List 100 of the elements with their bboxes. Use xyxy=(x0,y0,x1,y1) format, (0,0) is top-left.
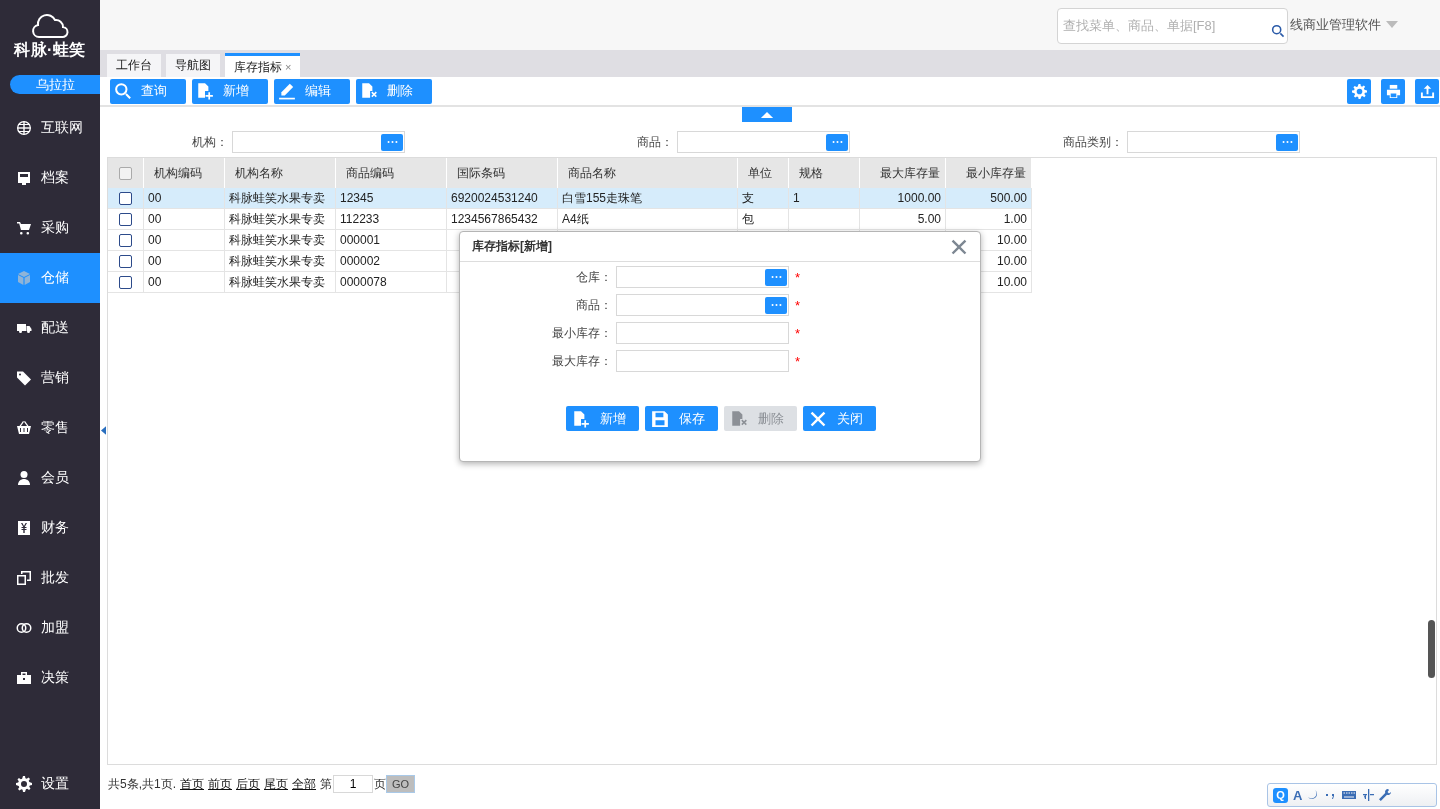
delete-file-icon xyxy=(360,82,378,100)
sidebar-item[interactable]: 采购 xyxy=(0,203,100,253)
select-all-checkbox[interactable] xyxy=(119,167,132,181)
caret-icon xyxy=(1386,21,1398,29)
table-cell: 科脉蛙笑水果专卖 xyxy=(229,211,325,226)
export-button[interactable] xyxy=(1415,78,1439,104)
settings-item[interactable]: 设置 xyxy=(0,759,100,809)
sidebar-item[interactable]: 加盟 xyxy=(0,603,100,653)
column-header: 商品编码 xyxy=(335,158,447,188)
table-cell: 包 xyxy=(742,211,754,226)
tab[interactable]: 导航图 xyxy=(166,54,220,77)
input-field[interactable] xyxy=(616,322,789,344)
search-icon xyxy=(1271,23,1285,38)
column-header: 国际条码 xyxy=(446,158,558,188)
picker-button[interactable] xyxy=(765,268,787,286)
collapse-arrow-icon[interactable] xyxy=(101,426,106,435)
scrollbar-thumb[interactable] xyxy=(1428,620,1435,678)
table-cell: 1234567865432 xyxy=(451,212,538,226)
cart-icon xyxy=(16,220,32,236)
filter-label: 机构： xyxy=(192,133,228,151)
input-field[interactable] xyxy=(616,266,789,288)
table-cell: 00 xyxy=(148,275,162,289)
search-field[interactable]: 查找菜单、商品、单据[F8] xyxy=(1057,7,1288,44)
settings-icon xyxy=(1351,83,1367,99)
picker-button[interactable] xyxy=(765,296,787,314)
go-button[interactable]: GO xyxy=(386,775,416,793)
print-button[interactable] xyxy=(1381,78,1405,104)
sidebar-item[interactable]: 批发 xyxy=(0,553,100,603)
tab[interactable]: 库存指标 × xyxy=(225,53,301,77)
input-field[interactable] xyxy=(616,350,789,372)
filter-label: 商品： xyxy=(637,133,673,151)
selected-row[interactable]: 00 科脉蛙笑水果专卖 12345 6920024531240 白雪155走珠笔 支 1 1000.00 500.00 xyxy=(108,188,1032,209)
table-cell: 00 xyxy=(148,212,162,226)
pencil-icon xyxy=(278,82,296,100)
more-icon xyxy=(1281,140,1293,144)
sidebar-item[interactable]: 决策 xyxy=(0,653,100,703)
add-file-icon xyxy=(572,409,590,428)
cloud-logo-icon xyxy=(30,13,70,39)
input-field[interactable] xyxy=(616,294,789,316)
column-header: 商品名称 xyxy=(557,158,738,188)
add-file-icon xyxy=(196,82,214,100)
more-icon xyxy=(831,140,843,144)
sidebar-item[interactable]: 档案 xyxy=(0,153,100,203)
picker-button[interactable] xyxy=(826,133,848,151)
close-icon xyxy=(809,409,827,428)
keyboard-icon[interactable] xyxy=(1341,789,1358,801)
sidebar-item[interactable]: 互联网 xyxy=(0,103,100,153)
page-prefix: 第 xyxy=(320,775,332,793)
required-mark: * xyxy=(795,353,801,369)
sidebar-item[interactable]: 营销 xyxy=(0,353,100,403)
table-cell: 白雪155走珠笔 xyxy=(562,190,643,205)
wrench-icon[interactable] xyxy=(1379,789,1392,801)
filter-field[interactable] xyxy=(677,131,850,153)
close-icon[interactable] xyxy=(950,237,968,256)
page-link[interactable]: 尾页 xyxy=(264,775,288,793)
rings-icon xyxy=(16,620,32,636)
table-cell: 1 xyxy=(793,191,800,205)
page-link[interactable]: 后页 xyxy=(236,775,260,793)
page-link[interactable]: 全部 xyxy=(292,775,316,793)
upload-icon xyxy=(1419,83,1435,99)
sidebar-item[interactable]: 财务 xyxy=(0,503,100,553)
moon-icon[interactable] xyxy=(1307,789,1320,801)
table-cell: 500.00 xyxy=(990,191,1027,205)
squares-icon xyxy=(16,570,32,586)
sidebar-item[interactable]: 会员 xyxy=(0,453,100,503)
product-menu[interactable]: 线商业管理软件 xyxy=(1290,16,1381,34)
required-mark: * xyxy=(795,269,801,285)
column-header: 机构名称 xyxy=(224,158,336,188)
filter-field[interactable] xyxy=(232,131,405,153)
required-mark: * xyxy=(795,325,801,341)
floppy-icon xyxy=(651,409,669,428)
collapse-toggle[interactable] xyxy=(742,107,792,122)
page-link[interactable]: 首页 xyxy=(180,775,204,793)
split-icon[interactable] xyxy=(1362,789,1375,801)
sidebar-item[interactable]: 配送 xyxy=(0,303,100,353)
field-label: 仓库： xyxy=(575,268,612,286)
sidebar-item[interactable]: 零售 xyxy=(0,403,100,453)
table-cell: 5.00 xyxy=(917,212,941,226)
page-link[interactable]: 前页 xyxy=(208,775,232,793)
settings-button[interactable] xyxy=(1347,78,1371,104)
table-cell: 1000.00 xyxy=(897,191,941,205)
briefcase-icon xyxy=(16,670,32,686)
picker-button[interactable] xyxy=(1276,133,1298,151)
column-header: 机构编码 xyxy=(143,158,225,188)
row-checkbox[interactable] xyxy=(119,192,132,206)
table-cell: 10.00 xyxy=(996,275,1027,289)
picker-button[interactable] xyxy=(381,133,403,151)
ime-mode[interactable]: A xyxy=(1293,787,1303,803)
column-header: 最大库存量 xyxy=(859,158,946,188)
table-cell: 10.00 xyxy=(996,254,1027,268)
row-checkbox[interactable] xyxy=(119,213,132,227)
row-checkbox[interactable] xyxy=(119,234,132,248)
page-number-field[interactable]: 1 xyxy=(333,775,373,793)
globe-icon xyxy=(16,120,32,136)
tab[interactable]: 工作台 xyxy=(107,54,161,77)
table-cell: 00 xyxy=(148,233,162,247)
row-checkbox[interactable] xyxy=(119,276,132,290)
column-header: 最小库存量 xyxy=(945,158,1032,188)
filter-field[interactable] xyxy=(1127,131,1300,153)
row-checkbox[interactable] xyxy=(119,255,132,269)
